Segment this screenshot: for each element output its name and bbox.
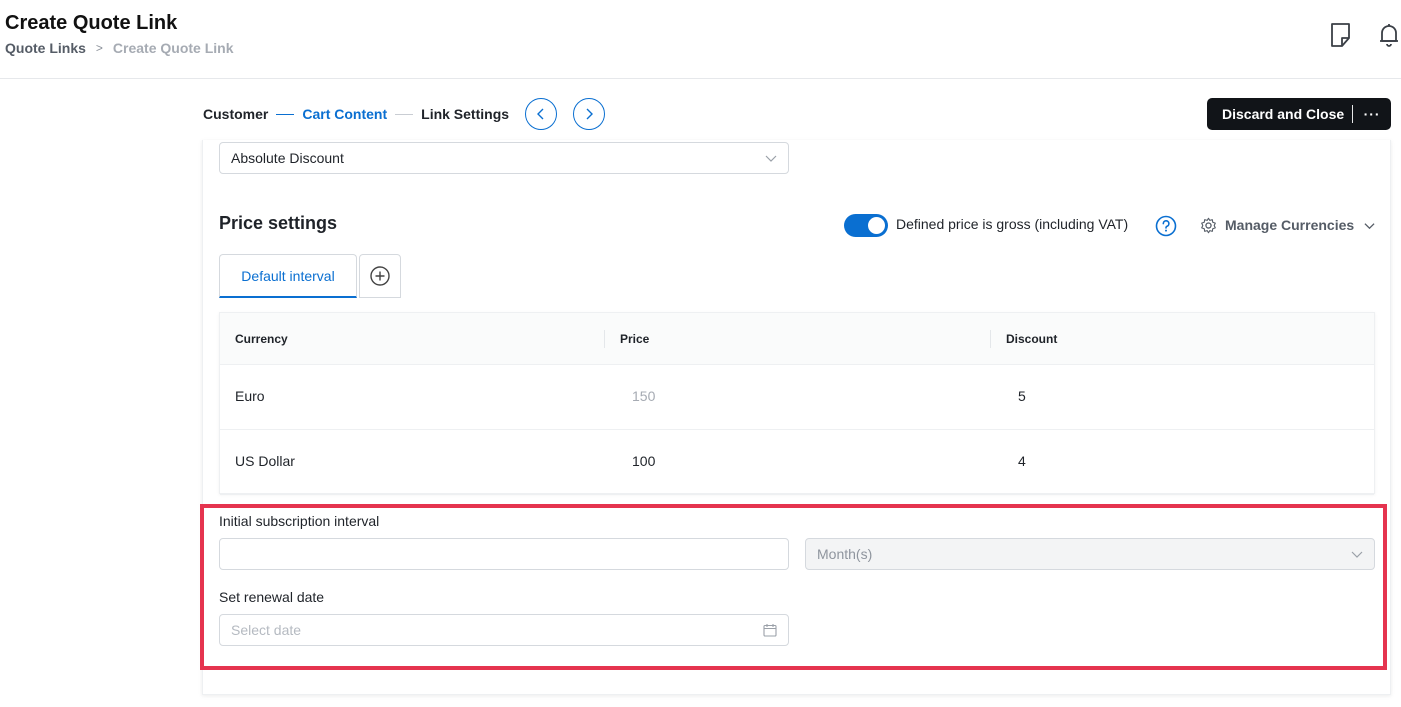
- button-divider: [1352, 105, 1354, 123]
- column-header-price: Price: [620, 332, 650, 346]
- discount-cell[interactable]: 4: [1018, 453, 1026, 469]
- help-icon[interactable]: [1155, 215, 1177, 237]
- step-cart-content[interactable]: Cart Content: [302, 106, 387, 122]
- table-row: Euro 150 5: [220, 365, 1374, 430]
- page-title: Create Quote Link: [5, 12, 178, 34]
- chevron-left-icon: [537, 108, 544, 120]
- manage-currencies-button[interactable]: Manage Currencies: [1225, 217, 1354, 233]
- interval-unit-select[interactable]: Month(s): [805, 538, 1375, 570]
- wizard-stepper: Customer Cart Content Link Settings: [203, 96, 606, 132]
- currency-cell: Euro: [235, 388, 265, 404]
- step-customer[interactable]: Customer: [203, 106, 268, 122]
- currency-cell: US Dollar: [235, 453, 295, 469]
- price-table: Currency Price Discount Euro 150 5 US Do…: [219, 312, 1375, 495]
- price-cell[interactable]: 150: [632, 388, 655, 404]
- price-settings-title: Price settings: [219, 213, 338, 233]
- price-cell[interactable]: 100: [632, 453, 655, 469]
- column-header-currency: Currency: [235, 332, 288, 346]
- gross-price-label: Defined price is gross (including VAT): [896, 216, 1129, 232]
- column-divider: [604, 330, 605, 348]
- add-interval-button[interactable]: [359, 254, 401, 298]
- breadcrumb-current: Create Quote Link: [112, 40, 234, 56]
- previous-step-button[interactable]: [525, 98, 558, 130]
- column-header-discount: Discount: [1006, 332, 1058, 346]
- plus-circle-icon: [370, 266, 390, 286]
- more-options-button[interactable]: ···: [1353, 106, 1391, 122]
- discard-label: Discard and Close: [1222, 106, 1345, 122]
- initial-interval-input[interactable]: [219, 538, 789, 570]
- column-divider: [990, 330, 991, 348]
- initial-interval-label: Initial subscription interval: [219, 513, 380, 529]
- note-icon[interactable]: [1329, 22, 1353, 48]
- renewal-date-label: Set renewal date: [219, 589, 325, 605]
- gross-price-toggle[interactable]: [844, 214, 888, 237]
- chevron-down-icon[interactable]: [1364, 220, 1375, 231]
- table-row: US Dollar 100 4: [220, 430, 1374, 495]
- next-step-button[interactable]: [573, 98, 606, 130]
- breadcrumb-quote-links[interactable]: Quote Links: [5, 40, 86, 56]
- table-header: Currency Price Discount: [220, 313, 1374, 365]
- step-connector: [395, 113, 414, 115]
- interval-unit-value: Month(s): [817, 546, 873, 562]
- discount-type-value: Absolute Discount: [231, 150, 344, 166]
- discard-and-close-button[interactable]: Discard and Close ···: [1207, 98, 1391, 130]
- calendar-icon: [763, 624, 777, 637]
- bell-icon[interactable]: [1377, 22, 1401, 48]
- chevron-down-icon: [1351, 551, 1363, 558]
- gear-icon[interactable]: [1200, 217, 1217, 234]
- tab-default-interval[interactable]: Default interval: [219, 254, 357, 298]
- renewal-date-picker[interactable]: Select date: [219, 614, 789, 646]
- discount-type-select[interactable]: Absolute Discount: [219, 142, 789, 174]
- breadcrumb: Quote Links > Create Quote Link: [5, 40, 234, 56]
- step-link-settings[interactable]: Link Settings: [421, 106, 509, 122]
- renewal-date-placeholder: Select date: [231, 622, 302, 638]
- breadcrumb-separator: >: [95, 41, 103, 55]
- discount-cell[interactable]: 5: [1018, 388, 1026, 404]
- chevron-down-icon: [765, 155, 777, 162]
- step-connector: [276, 113, 295, 115]
- toggle-knob: [868, 217, 885, 234]
- page-header: Create Quote Link Quote Links > Create Q…: [0, 0, 1401, 79]
- chevron-right-icon: [586, 108, 594, 120]
